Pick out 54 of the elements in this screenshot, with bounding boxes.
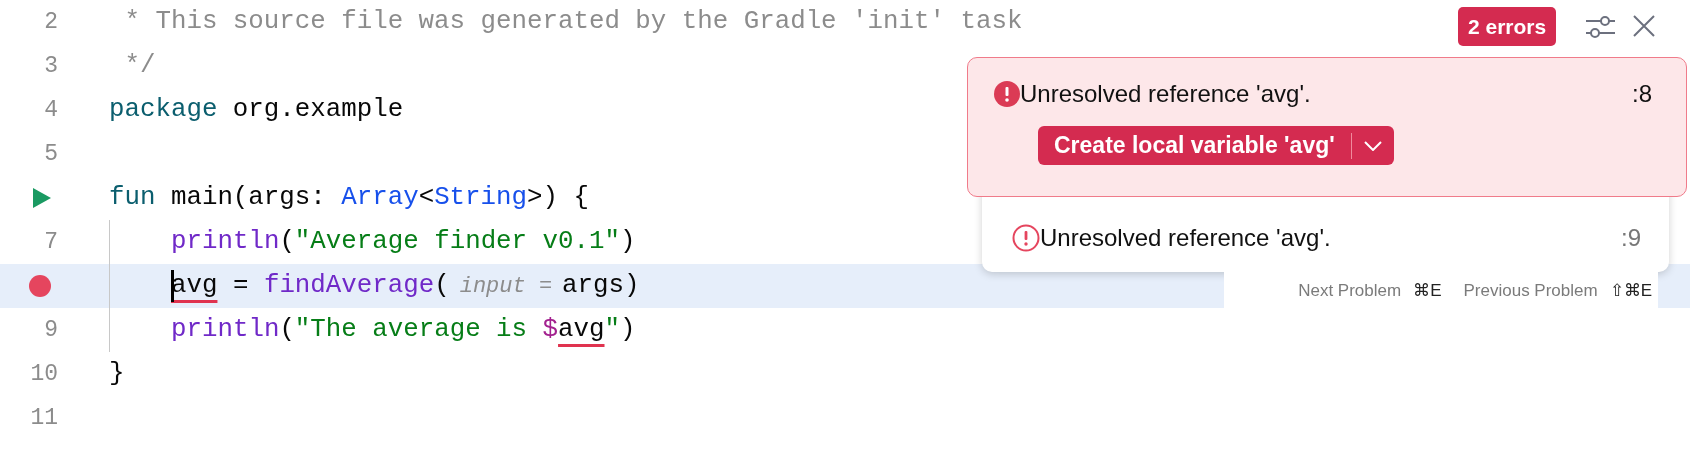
filter-settings-icon[interactable]	[1585, 14, 1615, 40]
code-token: >) {	[527, 181, 589, 214]
error-count-badge[interactable]: 2 errors	[1458, 7, 1557, 46]
line-number: 5	[44, 139, 58, 169]
error-icon	[994, 81, 1020, 107]
problem-message: Unresolved reference 'avg'.	[1020, 79, 1311, 109]
code-token: "The average is	[294, 313, 529, 346]
line-number: 2	[44, 7, 58, 37]
code-token: org.example	[231, 93, 404, 126]
code-token: Array	[341, 181, 419, 214]
code-token: */	[123, 49, 156, 82]
chevron-down-icon	[1363, 140, 1382, 151]
line-number: 7	[44, 227, 58, 257]
problem-message: Unresolved reference 'avg'.	[1040, 223, 1331, 253]
line-number: 4	[44, 95, 58, 125]
code-token: fun	[109, 181, 156, 214]
code-token: println	[171, 313, 280, 346]
shortcut-keys: ⌘E	[1413, 278, 1442, 304]
close-icon[interactable]	[1633, 15, 1655, 37]
code-token: <	[418, 181, 435, 214]
code-token: main(args:	[169, 181, 327, 214]
code-token: findAverage	[263, 269, 435, 302]
error-icon	[1012, 224, 1040, 252]
problem-item[interactable]: Unresolved reference 'avg'. :9	[982, 200, 1669, 270]
code-token: )	[620, 313, 636, 346]
code-token: package	[109, 93, 218, 126]
error-code-token: avg	[171, 269, 218, 302]
code-token: (	[279, 313, 295, 346]
line-number: 11	[30, 403, 58, 433]
code-token: println	[171, 225, 280, 258]
code-token: =	[231, 269, 250, 302]
problem-line-number: :9	[1621, 223, 1641, 253]
code-token: )	[619, 225, 636, 258]
code-token: "Average finder v0.1"	[294, 225, 620, 258]
line-number: 10	[30, 359, 58, 389]
code-token: $	[542, 313, 559, 346]
shortcut-label: Next Problem	[1298, 280, 1402, 303]
line-number: 9	[44, 315, 58, 345]
run-icon[interactable]	[32, 187, 52, 209]
code-token: (	[434, 269, 450, 302]
code-token: }	[109, 357, 125, 390]
code-token: (	[279, 225, 295, 258]
breakpoint-icon[interactable]	[28, 274, 52, 298]
shortcut-label: Previous Problem	[1463, 280, 1598, 303]
error-code-token: avg	[558, 313, 605, 346]
shortcut-keys: ⇧⌘E	[1609, 278, 1652, 304]
problem-line-number: :8	[1632, 79, 1652, 109]
line-number: 3	[44, 51, 58, 81]
code-token: * This source file was generated by the Gradle 'init' task	[123, 5, 1023, 38]
code-token: String	[434, 181, 527, 214]
selected-problem-card[interactable]: Unresolved reference 'avg'. :8 Create local variable 'avg'	[967, 57, 1687, 197]
parameter-hint: input =	[459, 272, 553, 301]
code-token: args)	[562, 269, 640, 302]
code-token: "	[604, 313, 620, 346]
